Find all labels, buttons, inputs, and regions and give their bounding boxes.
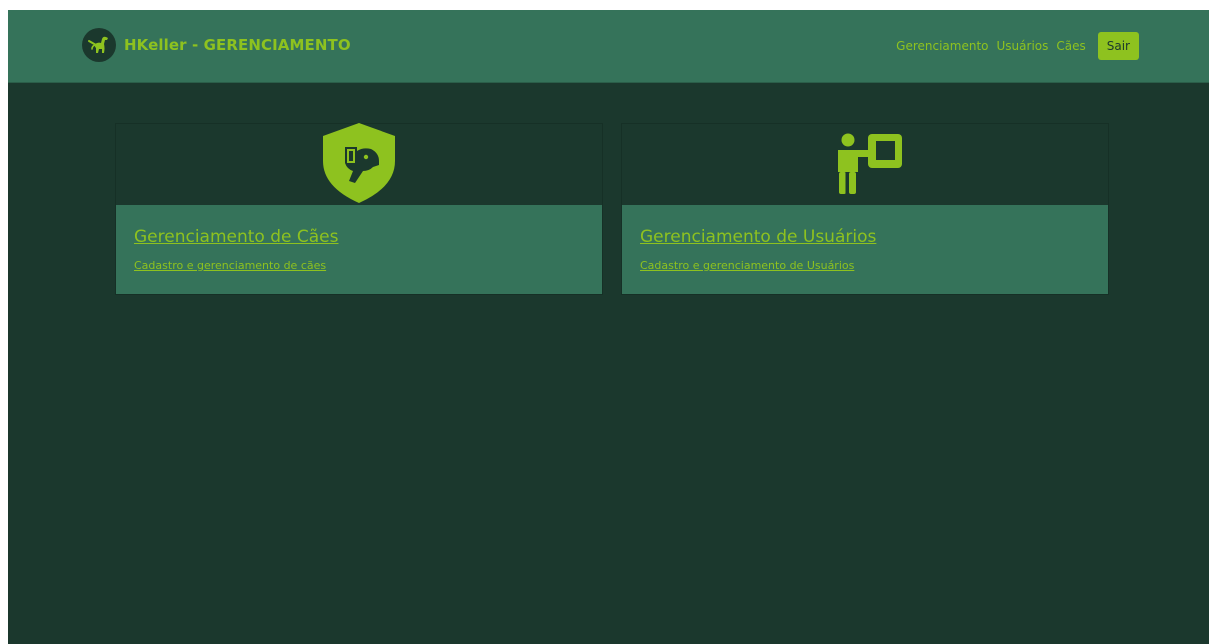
card-body: Gerenciamento de Cães Cadastro e gerenci… xyxy=(116,205,602,294)
guide-dog-icon xyxy=(82,28,116,62)
card-subtitle-users[interactable]: Cadastro e gerenciamento de Usuários xyxy=(640,259,854,272)
logout-button[interactable]: Sair xyxy=(1097,32,1139,60)
nav-link-caes[interactable]: Cães xyxy=(1056,39,1085,53)
nav-link-gerenciamento[interactable]: Gerenciamento xyxy=(896,39,988,53)
nav-link-usuarios[interactable]: Usuários xyxy=(997,39,1049,53)
card-body: Gerenciamento de Usuários Cadastro e ger… xyxy=(622,205,1108,294)
card-icon-area xyxy=(622,124,1108,205)
nav-menu: Gerenciamento Usuários Cães Sair xyxy=(896,32,1139,60)
card-subtitle-dogs[interactable]: Cadastro e gerenciamento de cães xyxy=(134,259,326,272)
card-dogs[interactable]: Gerenciamento de Cães Cadastro e gerenci… xyxy=(115,122,603,295)
card-users[interactable]: Gerenciamento de Usuários Cadastro e ger… xyxy=(621,123,1109,295)
dog-shield-icon xyxy=(319,121,399,209)
card-title-users[interactable]: Gerenciamento de Usuários xyxy=(640,227,876,247)
brand[interactable]: HKeller - GERENCIAMENTO xyxy=(82,27,351,63)
card-icon-area xyxy=(116,122,602,205)
brand-title: HKeller - GERENCIAMENTO xyxy=(124,36,351,54)
navbar: HKeller - GERENCIAMENTO Gerenciamento Us… xyxy=(8,10,1209,83)
presenter-board-icon xyxy=(824,128,906,202)
card-title-dogs[interactable]: Gerenciamento de Cães xyxy=(134,227,339,247)
app-frame: HKeller - GERENCIAMENTO Gerenciamento Us… xyxy=(8,10,1209,644)
